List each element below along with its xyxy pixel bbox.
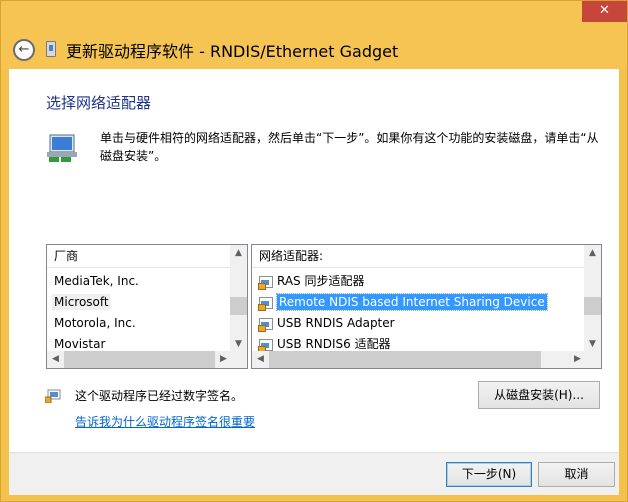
update-driver-window: ✕ ← 更新驱动程序软件 - RNDIS/Ethernet Gadget 选择网… <box>0 0 628 502</box>
driver-icon <box>258 296 273 311</box>
scroll-up-arrow-icon[interactable]: ▲ <box>584 245 601 262</box>
driver-icon <box>258 275 273 290</box>
have-disk-button[interactable]: 从磁盘安装(H)... <box>478 381 600 409</box>
driver-icon <box>258 338 273 353</box>
manufacturer-horizontal-scrollbar[interactable]: ◀ ▶ <box>47 351 232 368</box>
close-button[interactable]: ✕ <box>582 1 627 22</box>
list-item[interactable]: Remote NDIS based Internet Sharing Devic… <box>252 292 584 313</box>
instruction-text: 单击与硬件相符的网络适配器，然后单击“下一步”。如果你有这个功能的安装磁盘，请单… <box>100 131 599 163</box>
list-item[interactable]: Motorola, Inc. <box>47 313 230 334</box>
scroll-thumb[interactable] <box>230 297 247 315</box>
scroll-thumb[interactable] <box>64 351 215 368</box>
driver-icon <box>258 317 273 332</box>
title-bar: ✕ ← 更新驱动程序软件 - RNDIS/Ethernet Gadget <box>1 1 627 69</box>
scrollbar-corner <box>584 351 601 368</box>
window-title: 更新驱动程序软件 - RNDIS/Ethernet Gadget <box>66 42 399 61</box>
wizard-content: 选择网络适配器 单击与硬件相符的网络适配器，然后单击“下一步”。如果你有这个功能… <box>9 69 619 452</box>
scroll-thumb[interactable] <box>269 351 541 368</box>
driver-signing-help-link[interactable]: 告诉我为什么驱动程序签名很重要 <box>75 413 255 430</box>
signed-driver-icon <box>45 389 61 403</box>
manufacturer-list-header: 厂商 <box>47 245 230 268</box>
list-item[interactable]: USB RNDIS Adapter <box>252 313 584 334</box>
adapter-list-header: 网络适配器: <box>252 245 584 268</box>
scroll-left-arrow-icon[interactable]: ◀ <box>252 351 269 368</box>
scroll-up-arrow-icon[interactable]: ▲ <box>230 245 247 262</box>
network-adapter-icon <box>47 134 77 162</box>
scroll-left-arrow-icon[interactable]: ◀ <box>47 351 64 368</box>
list-item[interactable]: MediaTek, Inc. <box>47 271 230 292</box>
scrollbar-corner <box>230 351 247 368</box>
next-button[interactable]: 下一步(N) <box>446 462 532 487</box>
adapter-vertical-scrollbar[interactable]: ▲ ▼ <box>584 245 601 353</box>
page-heading: 选择网络适配器 <box>46 94 152 112</box>
scroll-thumb[interactable] <box>584 297 601 315</box>
adapter-horizontal-scrollbar[interactable]: ◀ ▶ <box>252 351 586 368</box>
manufacturer-list[interactable]: 厂商 MediaTek, Inc. Microsoft Motorola, In… <box>46 244 248 369</box>
adapter-list[interactable]: 网络适配器: RAS 同步适配器 Remote NDIS based Inter… <box>251 244 602 369</box>
list-item[interactable]: RAS 同步适配器 <box>252 271 584 292</box>
device-icon-small <box>46 41 56 57</box>
signature-status: 这个驱动程序已经过数字签名。 <box>75 389 244 403</box>
cancel-button[interactable]: 取消 <box>538 462 615 487</box>
manufacturer-vertical-scrollbar[interactable]: ▲ ▼ <box>230 245 247 353</box>
list-item[interactable]: Microsoft <box>47 292 230 313</box>
wizard-footer: 下一步(N) 取消 <box>9 452 619 495</box>
back-button[interactable]: ← <box>13 39 35 61</box>
